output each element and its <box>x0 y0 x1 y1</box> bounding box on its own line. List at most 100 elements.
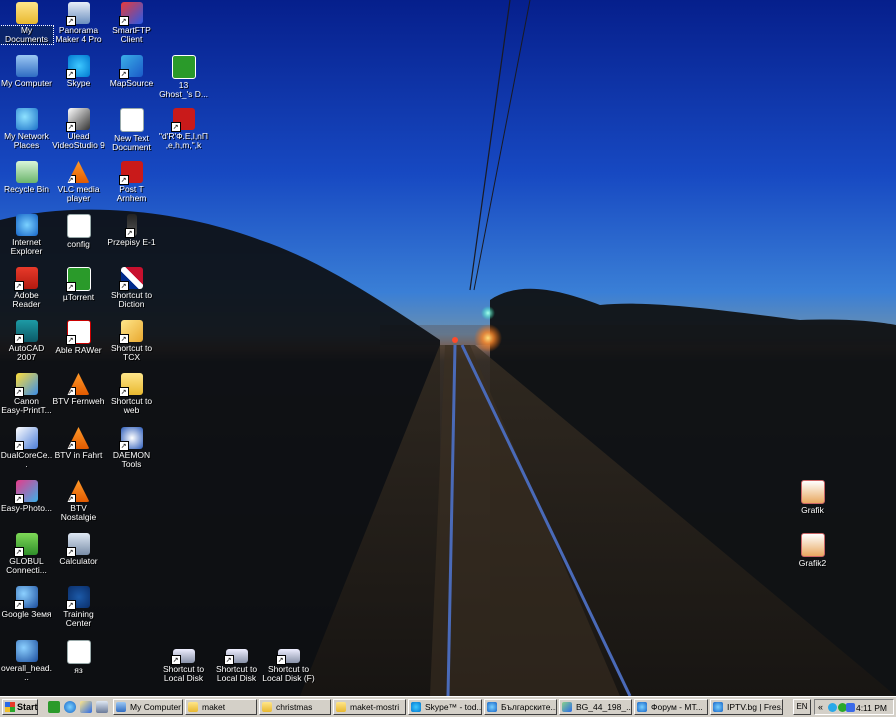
taskbar-button-label: IPTV.bg | Fres... <box>727 702 783 712</box>
btv-fernweh-icon[interactable]: ↗ BTV Fernweh <box>52 373 105 406</box>
icon-label: Canon Easy-PrintT... <box>1 397 52 415</box>
taskbar-button[interactable]: Българските... <box>484 699 557 715</box>
icon-label: Post T Arnhem 1965 DEMO <box>108 185 155 204</box>
shortcut-local-disk-d-icon[interactable]: ↗Shortcut to Local Disk (D) <box>210 643 263 684</box>
adobe-reader-icon[interactable]: ↗Adobe Reader 9 <box>0 267 53 310</box>
shortcut-arrow-icon: ↗ <box>67 387 76 395</box>
recycle-bin-icon[interactable]: Recycle Bin <box>0 161 53 194</box>
my-computer-icon[interactable]: My Computer <box>0 55 53 88</box>
icon-label: Shortcut to web <box>110 397 153 415</box>
utorrent-icon[interactable]: ↗ µTorrent <box>52 267 105 302</box>
shortcut-arrow-icon: ↗ <box>170 122 181 132</box>
icon-label: Adobe Reader 9 <box>12 291 41 310</box>
network-tray-icon[interactable] <box>846 703 855 712</box>
grafik-icon[interactable]: Grafik <box>786 480 839 515</box>
icon-label: Grafik <box>801 506 824 515</box>
icon-label: µTorrent <box>62 293 95 302</box>
taskbar-button[interactable]: IPTV.bg | Fres... <box>710 699 783 715</box>
document-icon <box>66 214 91 238</box>
overall-head-icon[interactable]: overall_head... <box>0 640 53 682</box>
daemon-tools-icon[interactable]: ↗ DAEMON Tools <box>105 427 158 469</box>
taskbar-button-label: maket <box>202 702 226 712</box>
shortcut-to-web-icon[interactable]: ↗ Shortcut to web <box>105 373 158 415</box>
google-earth-icon[interactable]: ↗ Google Земя <box>0 586 53 619</box>
taskbar-button[interactable]: Skype™ - tod... <box>408 699 482 715</box>
folder-icon <box>336 702 346 712</box>
globul-connect-icon[interactable]: ↗ GLOBUL Connecti... <box>0 533 53 575</box>
icon-label: My Network Places <box>4 132 49 150</box>
smartftp-icon[interactable]: ↗ SmartFTP Client <box>105 2 158 44</box>
icon-label: 13 Ghost_'s D... <box>159 81 208 99</box>
my-network-places-icon[interactable]: My Network Places <box>0 108 53 150</box>
ie-icon[interactable] <box>64 701 76 713</box>
vlc-icon: ↗ <box>67 427 90 449</box>
taskbar-button[interactable]: christmas <box>259 699 331 715</box>
file-icon: ↗ <box>170 108 195 132</box>
shortcut-arrow-icon: ↗ <box>118 281 129 291</box>
start-button[interactable]: Start <box>2 699 38 715</box>
my-documents-icon[interactable]: My Documents <box>0 2 54 45</box>
easy-photo-icon[interactable]: ↗ Easy-Photo... <box>0 480 53 513</box>
internet-explorer-icon[interactable]: Internet Explorer <box>0 214 53 256</box>
taskbar-button[interactable]: maket <box>185 699 257 715</box>
easy-photo-icon: ↗ <box>13 480 38 504</box>
taskbar-button[interactable]: My Computer <box>113 699 183 715</box>
taskbar-button[interactable]: maket-mostri <box>333 699 406 715</box>
dualcore-icon[interactable]: ↗ DualCoreCe... <box>0 427 53 469</box>
grafik2-icon[interactable]: Grafik2 <box>786 533 839 568</box>
globul-icon: ↗ <box>13 533 38 557</box>
network-icon <box>15 108 38 130</box>
language-indicator[interactable]: EN <box>793 699 811 715</box>
outlook-icon[interactable] <box>80 701 92 713</box>
shortcut-local-disk-f-icon[interactable]: ↗ Shortcut to Local Disk (F) <box>262 643 315 683</box>
ya-file-icon[interactable]: яз <box>52 640 105 675</box>
able-rawer-icon[interactable]: ↗ Able RAWer <box>52 320 105 355</box>
show-desktop-icon[interactable] <box>96 701 108 713</box>
folder-icon <box>15 2 38 24</box>
shortcut-arrow-icon: ↗ <box>170 655 181 665</box>
autocad-icon[interactable]: ↗ AutoCAD 2007 <box>0 320 53 362</box>
taskbar-button-label: maket-mostri <box>350 702 400 712</box>
canon-easy-print-icon[interactable]: ↗ Canon Easy-PrintT... <box>0 373 53 415</box>
skype-tray-icon[interactable] <box>828 703 837 712</box>
shortcut-arrow-icon: ↗ <box>118 69 129 79</box>
shortcut-arrow-icon: ↗ <box>118 387 129 397</box>
vlc-media-player-icon[interactable]: ↗ VLC media player <box>52 161 105 203</box>
icon-label: "d'R'Ф.E,l,nП ,e,h,m,",k <box>158 132 209 150</box>
taskbar-button[interactable]: Форум - МТ... <box>634 699 708 715</box>
mobile-icon: ↗ <box>124 214 137 238</box>
przepisy-icon[interactable]: ↗ Przepisy E-1 <box>105 214 158 247</box>
icon-label: Shortcut to Local Disk (C) <box>162 665 205 684</box>
skype-icon[interactable]: ↗ Skype <box>52 55 105 88</box>
training-center-icon[interactable]: ↗ Training Center <box>52 586 105 628</box>
shortcut-local-disk-c-icon[interactable]: ↗Shortcut to Local Disk (C) <box>157 643 210 684</box>
folder-icon <box>188 702 198 712</box>
tray-expand-button[interactable]: « <box>818 701 823 713</box>
tc-icon: ↗ <box>65 586 90 610</box>
mapsource-icon[interactable]: ↗ MapSource <box>105 55 158 88</box>
taskbar-button[interactable]: BG_44_198_... <box>559 699 632 715</box>
vlc-icon: ↗ <box>67 480 90 502</box>
clock[interactable]: 4:11 PM <box>856 701 887 715</box>
shortcut-to-tcx-converter-icon[interactable]: ↗Shortcut to TCX Converter <box>105 320 158 363</box>
btv-nostalgie-icon[interactable]: ↗ BTV Nostalgie <box>52 480 105 522</box>
panorama-maker-icon[interactable]: ↗ Panorama Maker 4 Pro <box>52 2 105 44</box>
shortcut-arrow-icon: ↗ <box>118 16 129 26</box>
btv-in-fahrt-icon[interactable]: ↗ BTV in Fahrt <box>52 427 105 460</box>
icon-label: Ulead VideoStudio 9 <box>52 132 105 150</box>
skype-icon: ↗ <box>65 55 90 79</box>
utorrent-file-icon[interactable]: 13 Ghost_'s D... <box>157 55 210 99</box>
desktop[interactable]: My Documents ↗ Panorama Maker 4 Pro ↗ SmartF… <box>0 0 896 696</box>
garbled-file-icon[interactable]: ↗ "d'R'Ф.E,l,nП ,e,h,m,",k <box>157 108 210 150</box>
post-t-arnhem-icon[interactable]: ↗Post T Arnhem 1965 DEMO <box>105 161 158 204</box>
new-text-document-icon[interactable]: New Text Document <box>105 108 158 152</box>
shortcut-to-diction-icon[interactable]: ↗ Shortcut to Diction <box>105 267 158 309</box>
taskbar-button-label: Българските... <box>501 702 557 712</box>
utorrent-icon[interactable] <box>48 701 60 713</box>
ie-icon <box>713 702 723 712</box>
calculator-icon[interactable]: ↗ Calculator <box>52 533 105 566</box>
ulead-videostudio-icon[interactable]: ↗ Ulead VideoStudio 9 <box>52 108 105 150</box>
taskbar-button-label: Форум - МТ... <box>651 702 703 712</box>
vlc-icon: ↗ <box>67 161 90 183</box>
config-icon[interactable]: config <box>52 214 105 249</box>
